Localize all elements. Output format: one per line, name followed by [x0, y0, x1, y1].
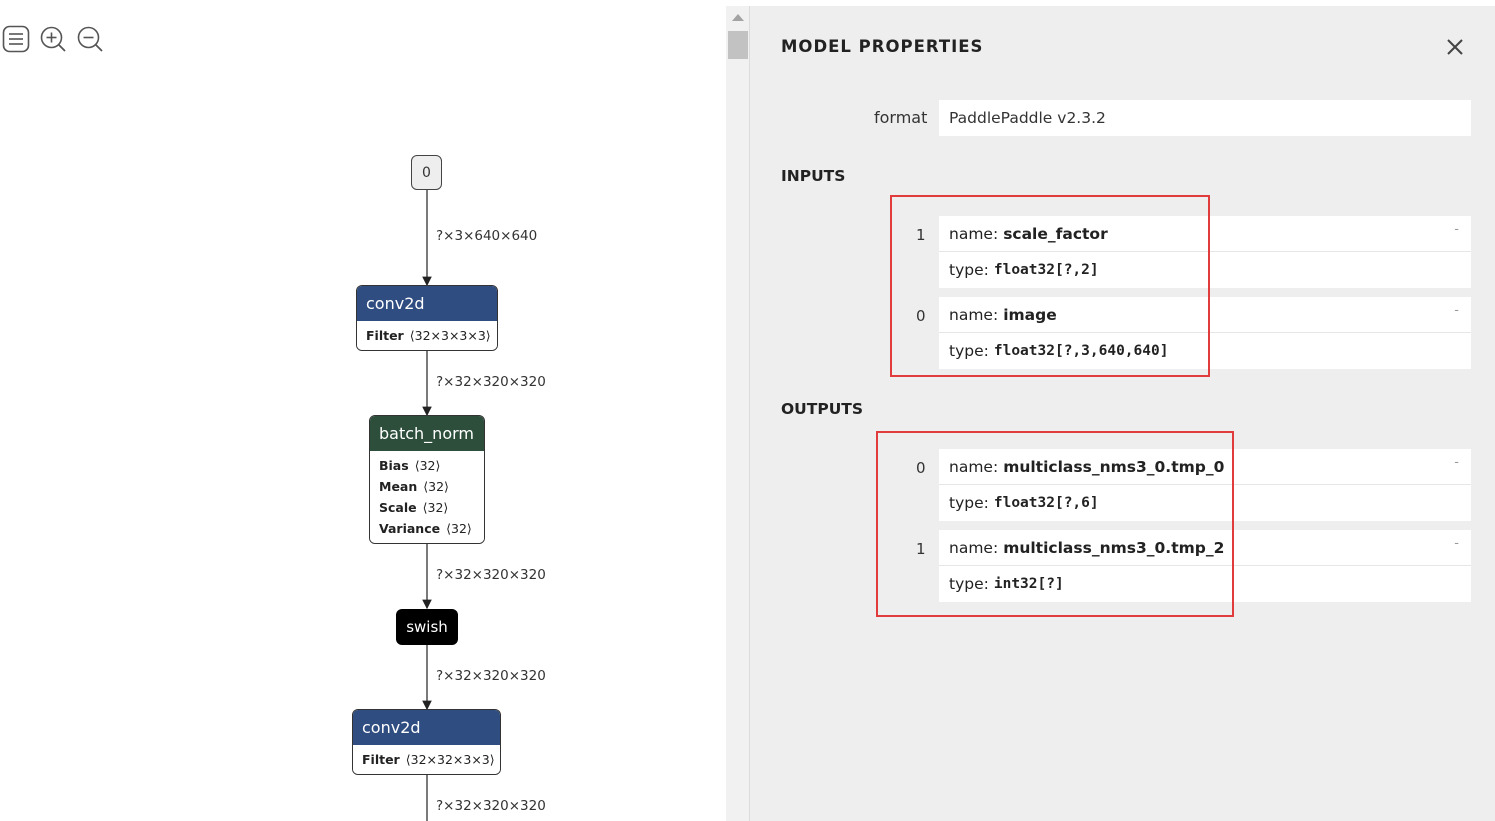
attribute-value: ⟨32⟩ — [414, 458, 441, 473]
format-label: format — [874, 108, 928, 127]
argument-type-row: type: float32[?,3,640,640] — [939, 333, 1471, 369]
argument-name: scale_factor — [1003, 224, 1108, 243]
argument-name: image — [1003, 305, 1057, 324]
vertical-scrollbar[interactable] — [726, 6, 750, 821]
output-index: 0 — [916, 459, 926, 477]
scrollbar-thumb[interactable] — [728, 31, 748, 59]
name-label: name: — [949, 538, 999, 557]
attribute-name: Filter — [362, 752, 400, 767]
outputs-section-title: OUTPUTS — [781, 400, 864, 418]
attribute-name: Variance — [379, 521, 441, 536]
output-argument[interactable]: name: multiclass_nms3_0.tmp_2 type: int32[… — [939, 530, 1471, 602]
name-label: name: — [949, 224, 999, 243]
model-graph-canvas[interactable]: ?×3×640×640 ?×32×320×320 ?×32×320×320 ?×… — [0, 0, 726, 821]
type-label: type: — [949, 342, 989, 360]
graph-edges — [422, 190, 432, 821]
attribute-value: ⟨32×3×3×3⟩ — [409, 328, 491, 343]
argument-type: float32[?,2] — [993, 262, 1099, 278]
model-properties-panel: MODEL PROPERTIES format PaddlePaddle v2.… — [750, 6, 1495, 821]
argument-name-row: name: scale_factor — [939, 216, 1471, 252]
scroll-up-arrow-icon[interactable] — [732, 14, 744, 21]
node-attribute: Variance ⟨32⟩ — [379, 518, 475, 539]
type-label: type: — [949, 494, 989, 512]
name-label: name: — [949, 305, 999, 324]
output-argument[interactable]: name: multiclass_nms3_0.tmp_0 type: float3… — [939, 449, 1471, 521]
node-title: conv2d — [357, 286, 497, 321]
expand-toggle[interactable]: - — [1454, 222, 1459, 237]
argument-type-row: type: float32[?,6] — [939, 485, 1471, 521]
batch-norm-node[interactable]: batch_norm Bias ⟨32⟩ Mean ⟨32⟩ Scale ⟨32⟩ V… — [369, 415, 485, 544]
graph-input-node[interactable]: 0 — [411, 155, 442, 190]
panel-title: MODEL PROPERTIES — [781, 37, 984, 56]
node-attribute: Filter ⟨32×3×3×3⟩ — [366, 325, 491, 346]
edge-label: ?×32×320×320 — [436, 798, 546, 814]
expand-toggle[interactable]: - — [1454, 303, 1459, 318]
name-label: name: — [949, 457, 999, 476]
edge-label: ?×32×320×320 — [436, 567, 546, 583]
node-attributes: Filter ⟨32×32×3×3⟩ — [353, 745, 500, 774]
edge-label: ?×3×640×640 — [436, 228, 538, 244]
conv2d-node[interactable]: conv2d Filter ⟨32×32×3×3⟩ — [352, 709, 501, 775]
expand-toggle[interactable]: - — [1454, 455, 1459, 470]
argument-type-row: type: float32[?,2] — [939, 252, 1471, 288]
attribute-value: ⟨32×32×3×3⟩ — [405, 752, 495, 767]
attribute-value: ⟨32⟩ — [422, 500, 449, 515]
attribute-value: ⟨32⟩ — [423, 479, 449, 494]
argument-type: float32[?,3,640,640] — [993, 343, 1169, 359]
conv2d-node[interactable]: conv2d Filter ⟨32×3×3×3⟩ — [356, 285, 498, 351]
attribute-name: Filter — [366, 328, 404, 343]
input-argument[interactable]: name: image type: float32[?,3,640,640] - — [939, 297, 1471, 369]
edge-label: ?×32×320×320 — [436, 374, 546, 390]
argument-name-row: name: multiclass_nms3_0.tmp_0 — [939, 449, 1471, 485]
swish-node[interactable]: swish — [396, 609, 458, 645]
input-index: 0 — [916, 307, 926, 325]
node-title: batch_norm — [370, 416, 484, 451]
inputs-section-title: INPUTS — [781, 167, 846, 185]
node-attribute: Scale ⟨32⟩ — [379, 497, 475, 518]
node-attributes: Filter ⟨32×3×3×3⟩ — [357, 321, 497, 350]
argument-type: int32[?] — [993, 576, 1064, 592]
attribute-name: Bias — [379, 458, 409, 473]
argument-name: multiclass_nms3_0.tmp_0 — [1003, 457, 1225, 476]
argument-name: multiclass_nms3_0.tmp_2 — [1003, 538, 1225, 557]
node-attribute: Filter ⟨32×32×3×3⟩ — [362, 749, 495, 770]
input-index: 1 — [916, 226, 926, 244]
node-attribute: Bias ⟨32⟩ — [379, 455, 475, 476]
attribute-value: ⟨32⟩ — [446, 521, 472, 536]
node-attributes: Bias ⟨32⟩ Mean ⟨32⟩ Scale ⟨32⟩ Variance ⟨32⟩ — [370, 451, 484, 543]
node-title: conv2d — [353, 710, 500, 745]
expand-toggle[interactable]: - — [1454, 536, 1459, 551]
argument-name-row: name: image — [939, 297, 1471, 333]
attribute-name: Scale — [379, 500, 417, 515]
edge-label: ?×32×320×320 — [436, 668, 546, 684]
attribute-name: Mean — [379, 479, 418, 494]
output-index: 1 — [916, 540, 926, 558]
argument-name-row: name: multiclass_nms3_0.tmp_2 — [939, 530, 1471, 566]
argument-type-row: type: int32[?] — [939, 566, 1471, 602]
format-value: PaddlePaddle v2.3.2 — [939, 100, 1471, 136]
type-label: type: — [949, 261, 989, 279]
argument-type: float32[?,6] — [993, 495, 1099, 511]
type-label: type: — [949, 575, 989, 593]
close-icon[interactable] — [1444, 36, 1466, 58]
input-argument[interactable]: name: scale_factor type: float32[?,2] - — [939, 216, 1471, 288]
node-attribute: Mean ⟨32⟩ — [379, 476, 475, 497]
